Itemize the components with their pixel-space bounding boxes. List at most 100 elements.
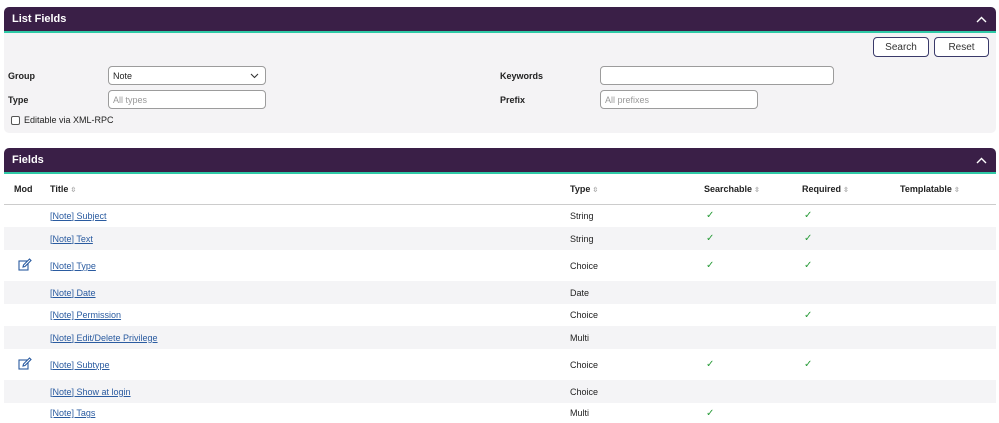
list-fields-panel: List Fields Search Reset Group Note Type… (4, 7, 996, 133)
sort-icon[interactable]: ⇳ (592, 187, 598, 194)
templatable-cell (900, 349, 996, 380)
sort-icon[interactable]: ⇳ (70, 187, 76, 194)
type-cell: String (570, 210, 594, 221)
title-cell: [Note] Subject (50, 204, 570, 227)
check-icon: ✓ (706, 233, 715, 244)
filter-body: Search Reset Group Note Type All types K… (4, 33, 996, 133)
mod-cell (4, 204, 50, 227)
field-title-link[interactable]: [Note] Show at login (50, 387, 131, 397)
col-searchable[interactable]: Searchable ⇳ (704, 174, 802, 205)
mod-cell (4, 326, 50, 349)
templatable-cell (900, 227, 996, 250)
check-icon: ✓ (706, 407, 715, 419)
field-title-link[interactable]: [Note] Subject (50, 211, 107, 221)
editable-xmlrpc-label: Editable via XML-RPC (24, 115, 114, 125)
field-title-link[interactable]: [Note] Edit/Delete Privilege (50, 333, 158, 343)
type-field[interactable]: All types (108, 90, 266, 109)
mod-cell (4, 281, 50, 304)
type-cell: Date (570, 281, 704, 304)
col-title[interactable]: Title ⇳ (50, 174, 570, 205)
title-cell: [Note] Tags (50, 403, 570, 423)
title-cell: [Note] Edit/Delete Privilege (50, 326, 570, 349)
prefix-field[interactable]: All prefixes (600, 90, 758, 109)
sort-icon[interactable]: ⇳ (954, 187, 960, 194)
title-cell: [Note] Subtype (50, 349, 570, 380)
searchable-cell: ✓ (704, 250, 802, 281)
col-required[interactable]: Required ⇳ (802, 174, 900, 205)
col-templatable[interactable]: Templatable ⇳ (900, 174, 996, 205)
table-row: [Note] Subtype Choice ✓ ✓ (4, 349, 996, 380)
searchable-cell (704, 380, 802, 403)
prefix-label: Prefix (500, 95, 526, 105)
type-cell: Multi (570, 326, 704, 349)
sort-icon[interactable]: ⇳ (754, 187, 760, 194)
title-cell: [Note] Text (50, 227, 570, 250)
required-cell (802, 403, 900, 423)
searchable-cell: ✓ (704, 204, 802, 227)
prefix-placeholder: All prefixes (605, 94, 650, 105)
required-cell: ✓ (802, 204, 900, 227)
fields-panel: Fields Mod Title ⇳ Type ⇳ Searchable ⇳ Requ… (4, 148, 996, 423)
col-type[interactable]: Type ⇳ (570, 174, 704, 205)
editable-xmlrpc-checkbox[interactable] (11, 115, 20, 125)
col-mod: Mod (4, 174, 50, 205)
chevron-up-icon[interactable] (974, 153, 988, 167)
group-select[interactable]: Note (108, 66, 266, 85)
type-cell: Choice (570, 359, 599, 370)
searchable-cell: ✓ (704, 349, 802, 380)
templatable-cell (900, 281, 996, 304)
required-cell: ✓ (802, 227, 900, 250)
mod-cell (4, 250, 50, 281)
required-cell: ✓ (802, 250, 900, 281)
chevron-up-icon[interactable] (974, 12, 988, 26)
templatable-cell (900, 380, 996, 403)
table-row: [Note] Tags Multi ✓ (4, 403, 996, 423)
fields-table: Mod Title ⇳ Type ⇳ Searchable ⇳ Required ⇳ T… (4, 174, 996, 423)
mod-cell (4, 380, 50, 403)
keywords-input[interactable] (600, 66, 834, 85)
check-icon: ✓ (804, 210, 813, 222)
title-cell: [Note] Date (50, 281, 570, 304)
sort-icon[interactable]: ⇳ (843, 187, 849, 194)
templatable-cell (900, 326, 996, 349)
field-title-link[interactable]: [Note] Text (50, 234, 93, 244)
fields-title: Fields (12, 154, 44, 166)
mod-cell (4, 304, 50, 326)
keywords-label: Keywords (500, 71, 544, 81)
list-fields-header[interactable]: List Fields (4, 7, 996, 33)
mod-cell (4, 403, 50, 423)
edit-icon[interactable] (18, 257, 32, 272)
edit-icon[interactable] (18, 356, 32, 371)
check-icon: ✓ (706, 210, 715, 222)
check-icon: ✓ (804, 260, 813, 271)
check-icon: ✓ (804, 233, 813, 244)
field-title-link[interactable]: [Note] Subtype (50, 360, 110, 370)
reset-button[interactable]: Reset (934, 37, 989, 57)
title-cell: [Note] Permission (50, 304, 570, 326)
field-title-link[interactable]: [Note] Date (50, 288, 96, 298)
type-placeholder: All types (113, 94, 148, 105)
fields-header[interactable]: Fields (4, 148, 996, 174)
type-cell: String (570, 227, 704, 250)
search-button[interactable]: Search (873, 37, 929, 57)
field-title-link[interactable]: [Note] Permission (50, 310, 121, 320)
field-title-link[interactable]: [Note] Type (50, 261, 96, 271)
table-row: [Note] Subject String ✓ ✓ (4, 204, 996, 227)
required-cell: ✓ (802, 304, 900, 326)
title-cell: [Note] Type (50, 250, 570, 281)
templatable-cell (900, 250, 996, 281)
group-label: Group (8, 71, 35, 81)
table-row: [Note] Text String ✓ ✓ (4, 227, 996, 250)
title-cell: [Note] Show at login (50, 380, 570, 403)
required-cell: ✓ (802, 349, 900, 380)
type-cell: Choice (570, 380, 704, 403)
required-cell (802, 380, 900, 403)
type-cell: Multi (570, 408, 590, 418)
editable-xmlrpc-option[interactable]: Editable via XML-RPC (11, 115, 114, 125)
field-title-link[interactable]: [Note] Tags (50, 408, 95, 418)
searchable-cell (704, 304, 802, 326)
searchable-cell (704, 326, 802, 349)
table-row: [Note] Edit/Delete Privilege Multi (4, 326, 996, 349)
check-icon: ✓ (804, 359, 813, 370)
group-select-value: Note (113, 70, 133, 81)
